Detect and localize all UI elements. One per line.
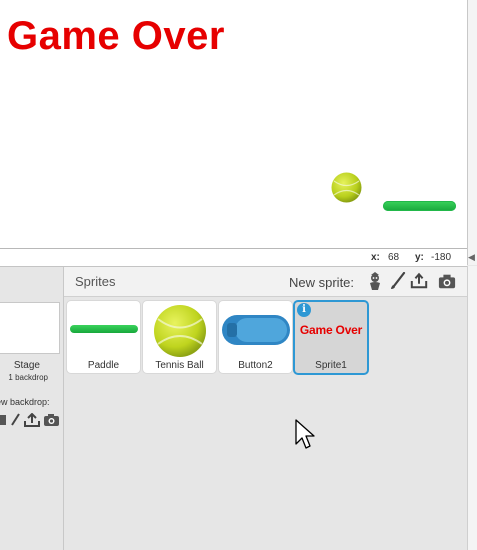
button-thumb [222,315,290,345]
stage[interactable]: Game Over [0,0,467,249]
stage-pane: Stage 1 backdrop ew backdrop: [0,267,64,550]
sprite-name: Sprite1 [315,360,347,371]
scroll-left-arrow-icon[interactable]: ◀ [468,252,475,263]
sprite-tile-paddle[interactable]: Paddle [66,300,141,374]
stage-label: Stage [13,360,40,371]
paddle-thumb [70,325,138,333]
backdrop-count: 1 backdrop [8,373,48,382]
upload-icon[interactable] [24,413,40,427]
upload-icon[interactable] [410,272,428,290]
sprite-name: Paddle [87,360,120,371]
camera-icon[interactable] [43,413,60,427]
sprite-tile-button2[interactable]: Button2 [218,300,293,374]
sprite-tile-tennis-ball[interactable]: Tennis Ball [142,300,217,374]
sprites-header: Sprites New sprite: [64,267,467,297]
paint-brush-icon[interactable] [9,413,21,427]
stage-scrollbar[interactable] [467,0,477,265]
mouse-cursor-icon [295,419,315,449]
new-backdrop-label: ew backdrop: [0,397,50,407]
tennis-ball-sprite[interactable] [331,172,362,203]
stage-thumbnail[interactable] [0,302,60,354]
x-coord-value: 68 [388,252,400,263]
x-coord-label: x: [371,252,380,263]
sprite-panel-scrollbar[interactable] [467,266,477,550]
sprite-name: Tennis Ball [155,360,204,371]
camera-icon[interactable] [438,272,456,290]
y-coord-label: y: [415,252,424,263]
tennis-ball-thumb [154,305,206,357]
sprite-library-icon[interactable] [366,272,384,290]
sprite-name: Button2 [238,360,273,371]
mouse-coordinates-bar: x: 68 y: -180 [0,249,467,267]
y-coord-value: -180 [431,252,452,263]
sprites-title: Sprites [75,274,116,289]
info-icon[interactable]: i [297,303,311,317]
backdrop-library-icon[interactable] [0,413,7,427]
paint-brush-icon[interactable] [389,272,407,290]
paddle-sprite[interactable] [383,201,456,211]
sprite-tile-sprite1[interactable]: i Game Over Sprite1 [293,300,369,375]
game-over-thumb: Game Over [299,323,363,337]
game-over-text: Game Over [7,14,225,58]
new-sprite-label: New sprite: [289,275,355,290]
sprite-list: Paddle Tennis Ball Button2 i Game Over S… [64,297,467,550]
